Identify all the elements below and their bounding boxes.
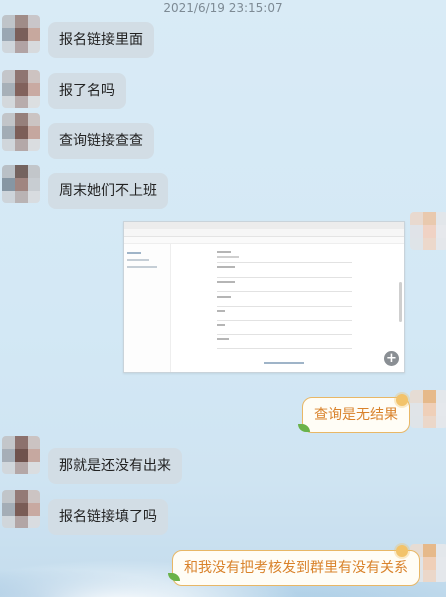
message-timestamp: 2021/6/19 23:15:07 [163,1,283,15]
contact-avatar[interactable] [2,165,40,203]
browser-address-bar [124,229,404,237]
form-label [217,251,231,253]
form-divider [217,348,352,349]
message-bubble[interactable]: 报名链接里面 [48,22,154,58]
my-message-bubble[interactable]: 查询是无结果 [302,397,410,433]
message-text: 报名链接填了吗 [59,509,157,525]
message-text: 报了名吗 [59,83,115,99]
form-label [217,256,239,258]
message-text: 那就是还没有出来 [59,458,171,474]
form-label [217,281,235,283]
page-footer-link [264,362,304,364]
contact-avatar[interactable] [2,113,40,151]
form-label [217,324,225,326]
zoom-icon[interactable]: + [384,351,399,366]
form-divider [217,262,352,263]
form-label [217,310,225,312]
sun-icon [396,545,408,557]
form-label [217,338,229,340]
message-bubble[interactable]: 报名链接填了吗 [48,499,168,535]
form-label [217,296,231,298]
form-label [217,266,235,268]
my-avatar[interactable] [410,212,446,250]
message-text: 查询是无结果 [314,407,398,423]
form-divider [217,334,352,335]
message-bubble[interactable]: 周末她们不上班 [48,173,168,209]
form-divider [217,291,352,292]
my-message-bubble[interactable]: 和我没有把考核发到群里有没有关系 [172,550,420,586]
form-divider [217,306,352,307]
message-text: 和我没有把考核发到群里有没有关系 [184,560,408,576]
form-divider [217,277,352,278]
browser-tab-bar [124,222,404,229]
browser-bookmarks-bar [124,237,404,244]
form-divider [217,320,352,321]
sun-icon [396,394,408,406]
message-text: 报名链接里面 [59,32,143,48]
contact-avatar[interactable] [2,15,40,53]
message-text: 周末她们不上班 [59,183,157,199]
contact-avatar[interactable] [2,490,40,528]
my-avatar[interactable] [410,390,446,428]
contact-avatar[interactable] [2,70,40,108]
message-bubble[interactable]: 那就是还没有出来 [48,448,182,484]
page-sidebar [124,244,171,372]
scrollbar [399,282,402,322]
message-text: 查询链接查查 [59,133,143,149]
image-message-screenshot[interactable]: + [123,221,405,373]
contact-avatar[interactable] [2,436,40,474]
message-bubble[interactable]: 查询链接查查 [48,123,154,159]
message-bubble[interactable]: 报了名吗 [48,73,126,109]
